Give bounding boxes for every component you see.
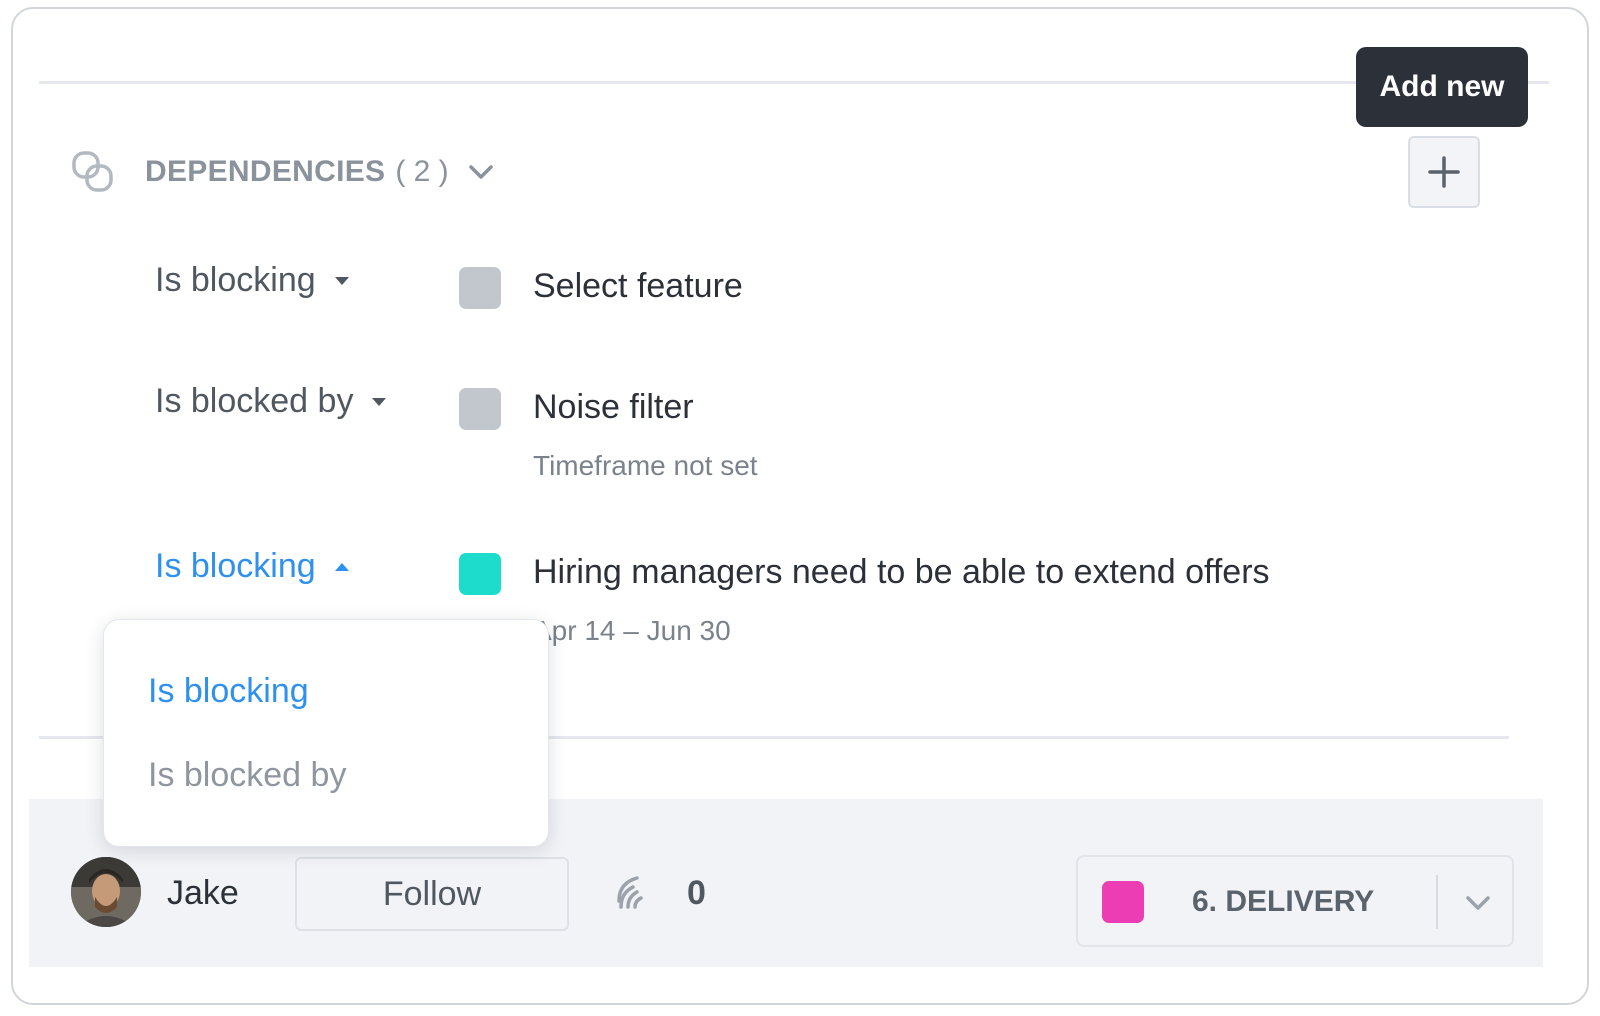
relation-label: Is blocking <box>155 547 316 585</box>
add-new-tooltip: Add new <box>1356 47 1528 127</box>
dependency-title[interactable]: Noise filter <box>533 388 694 427</box>
dependency-title[interactable]: Select feature <box>533 267 743 306</box>
relation-label: Is blocking <box>155 261 316 299</box>
add-dependency-button[interactable] <box>1408 136 1480 208</box>
follow-button[interactable]: Follow <box>295 857 569 931</box>
relation-select[interactable]: Is blocked by <box>155 382 387 421</box>
relation-select[interactable]: Is blocking <box>155 547 350 586</box>
dependency-timeframe: Apr 14 – Jun 30 <box>533 615 731 646</box>
plus-icon <box>1428 156 1460 188</box>
section-title: DEPENDENCIES <box>145 155 386 188</box>
dependencies-header[interactable]: DEPENDENCIES ( 2 ) <box>71 147 495 197</box>
relation-dropdown-menu: Is blocking Is blocked by <box>103 619 549 847</box>
stage-label: 6. DELIVERY <box>1192 885 1375 918</box>
dropdown-option-is-blocking[interactable]: Is blocking <box>148 672 309 711</box>
status-square <box>459 388 501 430</box>
relation-select[interactable]: Is blocking <box>155 261 350 300</box>
stage-color-swatch <box>1102 881 1144 923</box>
avatar[interactable] <box>71 857 141 927</box>
user-avatar-icon <box>71 857 141 927</box>
dropdown-option-is-blocked-by[interactable]: Is blocked by <box>148 756 346 795</box>
link-icon <box>72 151 113 192</box>
caret-down-icon <box>334 276 349 285</box>
stage-separator <box>1436 875 1438 929</box>
dependency-timeframe: Timeframe not set <box>533 450 758 481</box>
caret-down-icon <box>372 397 387 406</box>
stage-select[interactable]: 6. DELIVERY <box>1076 855 1514 947</box>
caret-up-icon <box>334 562 349 571</box>
dependency-count: ( 2 ) <box>395 155 449 188</box>
user-name: Jake <box>167 874 239 912</box>
status-square <box>459 553 501 595</box>
chevron-down-icon[interactable] <box>1464 893 1492 913</box>
tooltip-text: Add new <box>1379 70 1505 103</box>
dependency-title[interactable]: Hiring managers need to be able to exten… <box>533 553 1270 592</box>
signal-icon <box>617 876 643 909</box>
dependencies-panel: Add new DEPENDENCIES ( 2 ) Is blocking S… <box>11 7 1589 1005</box>
top-divider <box>39 81 1549 84</box>
relation-label: Is blocked by <box>155 382 354 420</box>
status-square <box>459 267 501 309</box>
chevron-down-icon[interactable] <box>467 162 495 182</box>
signal-count: 0 <box>687 874 706 912</box>
